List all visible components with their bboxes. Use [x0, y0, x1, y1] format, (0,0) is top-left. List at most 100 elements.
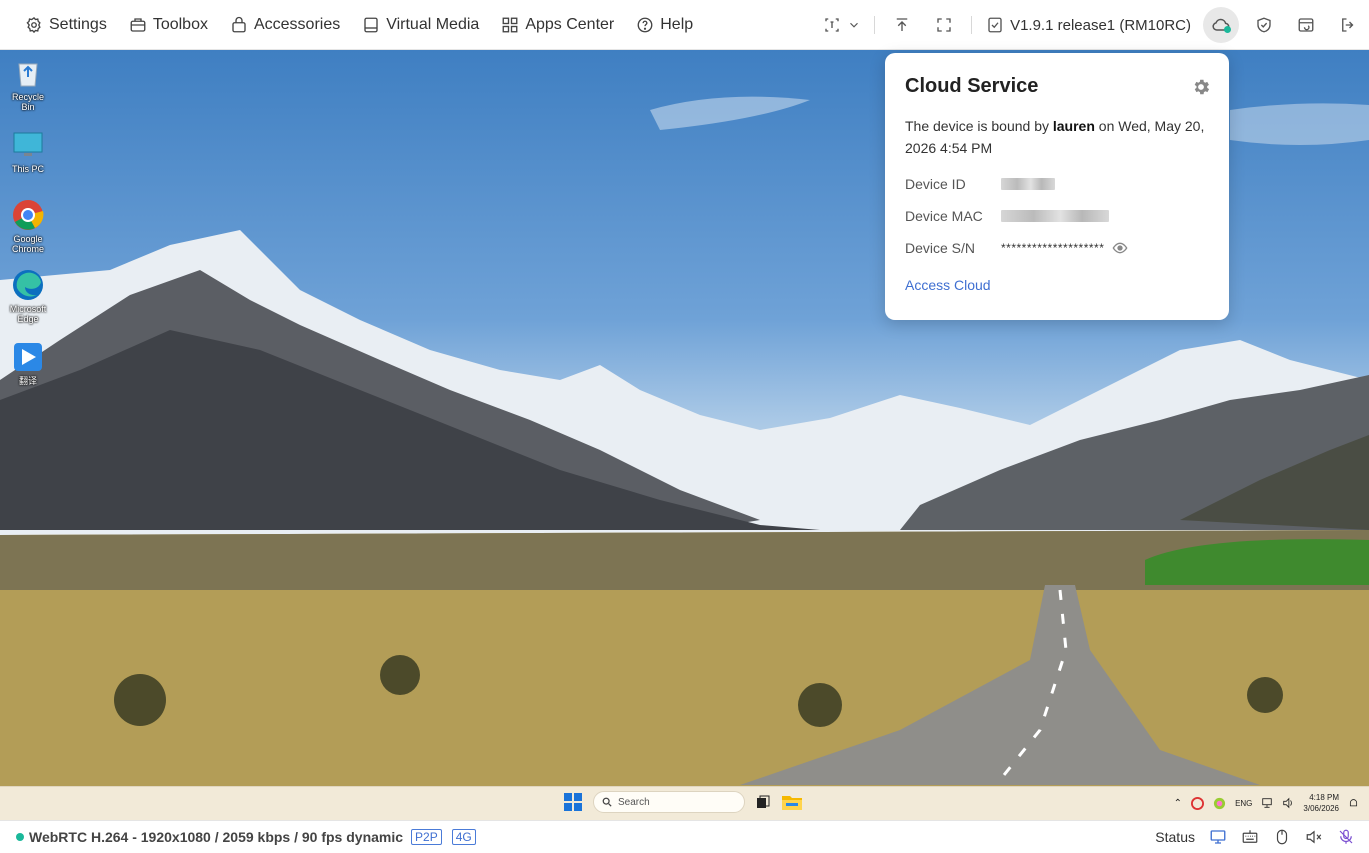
notification-icon[interactable]: [1348, 798, 1359, 809]
online-dot: [1224, 26, 1231, 33]
right-tools: V1.9.1 release1 (RM10RC): [816, 0, 1369, 50]
device-id-value-redacted: [1001, 178, 1055, 190]
fullscreen-button[interactable]: [923, 0, 965, 50]
monitor-icon[interactable]: [1209, 828, 1227, 846]
translate-app-shortcut[interactable]: 翻译: [6, 340, 50, 386]
binding-prefix: The device is bound by: [905, 118, 1053, 134]
device-sn-label: Device S/N: [905, 240, 976, 256]
upload-icon: [896, 18, 908, 31]
device-sn-value: ********************: [1001, 241, 1105, 255]
taskbar-search[interactable]: Search: [593, 791, 745, 813]
settings-menu[interactable]: Settings: [14, 0, 118, 49]
bag-icon: [232, 16, 246, 32]
virtual-media-label: Virtual Media: [386, 15, 480, 33]
binding-user: lauren: [1052, 118, 1095, 134]
translate-app-label: 翻译: [18, 376, 37, 386]
status-bar: WebRTC H.264 - 1920x1080 / 2059 kbps / 9…: [0, 820, 1369, 852]
stream-info: WebRTC H.264 - 1920x1080 / 2059 kbps / 9…: [29, 828, 404, 845]
apps-center-menu[interactable]: Apps Center: [490, 0, 625, 49]
p2p-badge: P2P: [411, 828, 442, 845]
microphone-muted-icon[interactable]: [1337, 828, 1355, 846]
logout-button[interactable]: [1327, 0, 1369, 50]
main-menu: Settings Toolbox Accessories Virtual Med…: [0, 0, 704, 49]
speaker-muted-icon[interactable]: [1305, 828, 1323, 846]
chrome-icon: [11, 198, 45, 232]
toolbox-label: Toolbox: [152, 15, 208, 33]
eye-icon[interactable]: [1112, 240, 1128, 256]
device-mac-row: Device MAC: [905, 205, 1209, 227]
settings-label: Settings: [49, 15, 107, 33]
windows-start-icon[interactable]: [563, 792, 583, 812]
tray-app-green-icon[interactable]: [1213, 797, 1226, 810]
connection-dot: [16, 832, 24, 841]
windows-taskbar: Search ⌃ ENG 4:18 PM 3/06/2026: [0, 786, 1369, 820]
network-icon[interactable]: [1261, 797, 1273, 809]
taskbar-clock[interactable]: 4:18 PM 3/06/2026: [1303, 792, 1339, 814]
system-tray: ⌃ ENG 4:18 PM 3/06/2026: [1174, 792, 1359, 814]
top-toolbar: Settings Toolbox Accessories Virtual Med…: [0, 0, 1369, 50]
toolbox-menu[interactable]: Toolbox: [118, 0, 219, 49]
apps-center-label: Apps Center: [525, 15, 615, 33]
device-mac-label: Device MAC: [905, 208, 983, 224]
task-view-icon[interactable]: [755, 794, 771, 810]
recycle-bin-label: Recycle Bin: [11, 92, 44, 112]
device-sn-row: Device S/N ********************: [905, 237, 1209, 259]
input-mode-dropdown[interactable]: [816, 0, 868, 50]
monitor-icon: [11, 128, 45, 162]
restore-button[interactable]: [1285, 0, 1327, 50]
language-indicator[interactable]: ENG: [1235, 799, 1252, 808]
edge-label: Microsoft Edge: [9, 304, 47, 324]
logout-icon: [1342, 18, 1354, 32]
gear-icon[interactable]: [1191, 77, 1211, 97]
cloud-service-button[interactable]: [1203, 7, 1239, 43]
device-mac-value-redacted: [1001, 210, 1109, 222]
file-explorer-icon[interactable]: [781, 793, 803, 811]
gear-icon: [26, 16, 41, 33]
help-icon: [637, 17, 653, 32]
status-label[interactable]: Status: [1155, 829, 1195, 845]
security-button[interactable]: [1243, 0, 1285, 50]
accessories-label: Accessories: [253, 15, 341, 33]
microsoft-edge-shortcut[interactable]: Microsoft Edge: [6, 268, 50, 324]
recycle-bin-icon: [11, 56, 45, 90]
recycle-bin-shortcut[interactable]: Recycle Bin: [6, 56, 50, 112]
virtual-media-menu[interactable]: Virtual Media: [351, 0, 490, 49]
access-cloud-link[interactable]: Access Cloud: [905, 277, 991, 293]
drive-icon: [364, 17, 378, 32]
toolbox-icon: [130, 17, 146, 32]
translate-app-icon: [11, 340, 45, 374]
apps-icon: [502, 17, 518, 32]
this-pc-shortcut[interactable]: This PC: [6, 128, 50, 174]
tray-app-red-icon[interactable]: [1191, 796, 1205, 810]
chrome-label: Google Chrome: [11, 234, 44, 254]
keyboard-icon[interactable]: [1241, 828, 1259, 846]
google-chrome-shortcut[interactable]: Google Chrome: [6, 198, 50, 254]
text-cursor-icon: [825, 18, 839, 32]
upload-button[interactable]: [881, 0, 923, 50]
binding-info: The device is bound by lauren on Wed, Ma…: [905, 115, 1209, 159]
tray-chevron-up-icon[interactable]: ⌃: [1174, 798, 1182, 809]
device-id-row: Device ID: [905, 173, 1209, 195]
version-info[interactable]: V1.9.1 release1 (RM10RC): [978, 16, 1199, 34]
help-label: Help: [660, 15, 694, 33]
fullscreen-icon: [937, 18, 951, 32]
popup-title: Cloud Service: [905, 75, 1039, 97]
window-refresh-icon: [1298, 18, 1314, 32]
help-menu[interactable]: Help: [625, 0, 704, 49]
mouse-icon[interactable]: [1273, 828, 1291, 846]
shield-check-icon: [1257, 17, 1271, 33]
cloud-service-popup: Cloud Service The device is bound by lau…: [885, 53, 1229, 320]
version-label: V1.9.1 release1 (RM10RC): [1010, 16, 1191, 34]
taskbar-search-placeholder: Search: [618, 796, 650, 808]
divider: [874, 16, 876, 34]
volume-icon[interactable]: [1282, 797, 1294, 809]
version-check-icon: [988, 17, 1002, 33]
this-pc-label: This PC: [11, 164, 44, 174]
device-id-label: Device ID: [905, 176, 966, 192]
chevron-down-icon: [850, 22, 858, 28]
edge-icon: [11, 268, 45, 302]
accessories-menu[interactable]: Accessories: [219, 0, 351, 49]
taskbar-center: Search: [563, 791, 803, 813]
network-badge: 4G: [451, 828, 476, 845]
clock-date: 3/06/2026: [1303, 804, 1339, 813]
